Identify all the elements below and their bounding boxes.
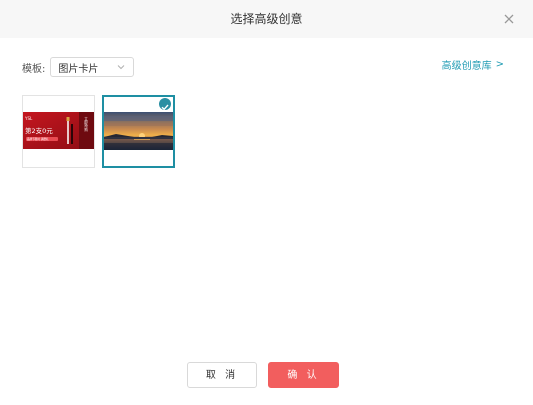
promo-subline: 品牌节限时 满赠礼: [27, 137, 49, 141]
template-select-value: 图片卡片: [58, 63, 99, 75]
dialog-footer: 取 消 确 认: [0, 362, 533, 388]
dialog-title: 选择高级创意: [230, 12, 303, 26]
promo-cta: 立即抢购: [83, 116, 88, 132]
dialog-header: 选择高级创意: [0, 0, 533, 38]
chevron-down-icon: [118, 65, 125, 70]
creative-card-selected[interactable]: [102, 95, 175, 168]
cancel-button[interactable]: 取 消: [187, 362, 257, 388]
template-row: 模板: 图片卡片: [22, 56, 135, 78]
creative-card[interactable]: YSL 第2支0元 品牌节限时 满赠礼 立即抢购: [22, 95, 95, 168]
template-label: 模板:: [22, 63, 46, 75]
creative-thumbnail-promo: YSL 第2支0元 品牌节限时 满赠礼 立即抢购: [23, 112, 94, 149]
advanced-creative-dialog: 选择高级创意 模板: 图片卡片 高级创意库 > YSL 第2支0元 品牌节限时 …: [0, 0, 533, 405]
close-icon: [504, 14, 514, 24]
library-link-arrow: >: [495, 59, 504, 70]
sunset-photo-image: [104, 112, 173, 150]
confirm-button[interactable]: 确 认: [268, 362, 339, 388]
selected-check-badge: [159, 98, 171, 111]
library-link-label: 高级创意库: [441, 61, 492, 72]
promo-brand: YSL: [24, 116, 33, 121]
promo-headline: 第2支0元: [25, 126, 53, 135]
check-icon: [161, 104, 169, 111]
creative-thumbnail-sunset: [104, 112, 173, 150]
promo-banner-image: YSL 第2支0元 品牌节限时 满赠礼 立即抢购: [23, 112, 94, 149]
template-select[interactable]: 图片卡片: [50, 57, 135, 77]
advanced-creative-library-link[interactable]: 高级创意库 >: [442, 57, 504, 72]
close-button[interactable]: [501, 11, 517, 27]
